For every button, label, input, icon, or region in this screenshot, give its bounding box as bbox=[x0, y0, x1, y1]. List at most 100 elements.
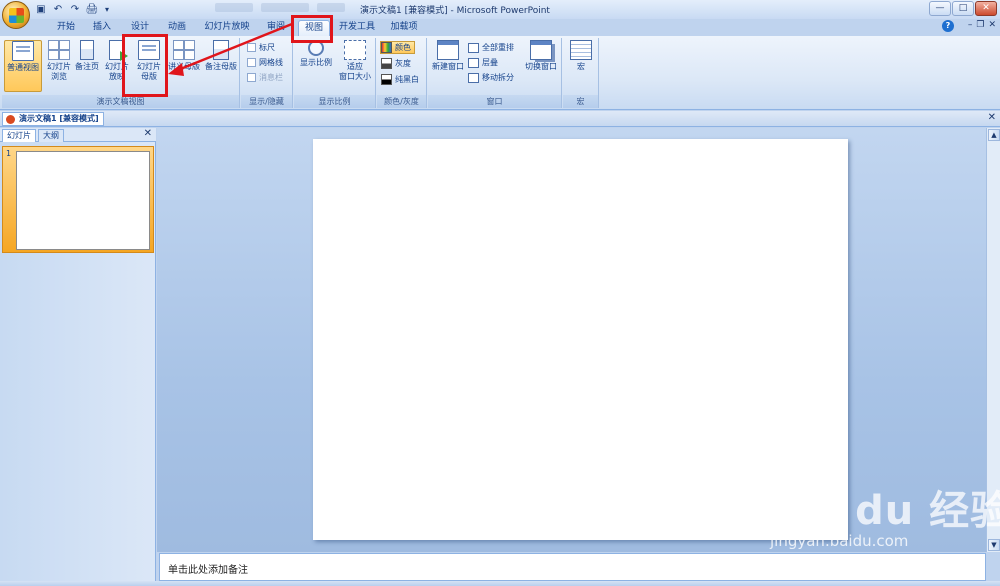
slides-pane: 幻灯片 大纲 ✕ 1 bbox=[0, 128, 156, 586]
gridlines-checkbox[interactable]: 网格线 bbox=[247, 56, 283, 69]
vertical-scrollbar[interactable]: ▲ ▼ bbox=[986, 128, 1000, 552]
tab-insert[interactable]: 插入 bbox=[88, 20, 116, 36]
group-color-grayscale: 颜色 灰度 纯黑白 颜色/灰度 bbox=[377, 38, 427, 108]
macros-icon bbox=[570, 40, 592, 60]
customize-icon[interactable]: ▾ bbox=[102, 3, 112, 17]
group-label-color-grayscale: 颜色/灰度 bbox=[377, 95, 426, 108]
slide-thumbnail-row[interactable]: 1 bbox=[2, 146, 154, 253]
pure-bw-label: 纯黑白 bbox=[395, 75, 419, 84]
fit-to-window-label: 适应 窗口大小 bbox=[339, 62, 371, 81]
group-presentation-views: 普通视图 幻灯片 浏览 备注页 幻灯片 放映 幻灯片 母版 讲义母版 备注母版 … bbox=[2, 38, 240, 108]
group-label-window: 窗口 bbox=[428, 95, 561, 108]
normal-view-button[interactable]: 普通视图 bbox=[4, 40, 42, 92]
doc-close-button[interactable]: ✕ bbox=[988, 20, 996, 30]
tab-outline[interactable]: 大纲 bbox=[38, 129, 64, 142]
minimize-button[interactable]: — bbox=[929, 1, 951, 16]
fit-to-window-button[interactable]: 适应 窗口大小 bbox=[336, 40, 374, 92]
zoom-label: 显示比例 bbox=[300, 58, 332, 67]
slide-canvas[interactable] bbox=[313, 139, 848, 540]
ruler-check-icon bbox=[247, 43, 256, 52]
handout-master-label: 讲义母版 bbox=[168, 62, 200, 71]
ruler-checkbox[interactable]: 标尺 bbox=[247, 41, 275, 54]
normal-view-label: 普通视图 bbox=[7, 63, 39, 72]
group-zoom: 显示比例 适应 窗口大小 显示比例 bbox=[294, 38, 376, 108]
notes-placeholder: 单击此处添加备注 bbox=[168, 565, 248, 576]
cascade-button[interactable]: 层叠 bbox=[468, 56, 498, 69]
color-button[interactable]: 颜色 bbox=[380, 41, 415, 54]
color-label: 颜色 bbox=[395, 43, 411, 52]
slide-number: 1 bbox=[6, 149, 12, 158]
arrange-all-button[interactable]: 全部重排 bbox=[468, 41, 514, 54]
close-icon[interactable]: ✕ bbox=[144, 128, 152, 139]
doc-minimize-button[interactable]: – bbox=[968, 20, 973, 30]
office-button[interactable] bbox=[2, 1, 30, 29]
new-window-icon bbox=[437, 40, 459, 60]
close-icon[interactable]: ✕ bbox=[988, 112, 996, 123]
tab-review[interactable]: 审阅 bbox=[262, 20, 290, 36]
handout-master-icon bbox=[173, 40, 195, 60]
document-tab-label: 演示文稿1 [兼容模式] bbox=[19, 114, 99, 123]
bw-swatch-icon bbox=[381, 74, 392, 85]
new-window-button[interactable]: 新建窗口 bbox=[430, 40, 466, 92]
group-macros: 宏 宏 bbox=[563, 38, 599, 108]
arrange-all-icon bbox=[468, 42, 479, 53]
annotation-box-slide-master bbox=[122, 34, 168, 97]
window-controls: — □ ✕ bbox=[929, 1, 997, 16]
tab-slides[interactable]: 幻灯片 bbox=[2, 129, 36, 142]
zoom-button[interactable]: 显示比例 bbox=[297, 40, 335, 92]
group-label-macros: 宏 bbox=[563, 95, 598, 108]
window-title: 演示文稿1 [兼容模式] - Microsoft PowerPoint bbox=[360, 6, 550, 16]
slide-sorter-label: 幻灯片 浏览 bbox=[47, 62, 71, 81]
grayscale-label: 灰度 bbox=[395, 59, 411, 68]
notes-pane[interactable]: 单击此处添加备注 bbox=[159, 553, 986, 581]
slide-editing-area: ▲ ▼ bbox=[157, 128, 1000, 552]
powerpoint-doc-icon bbox=[6, 115, 15, 124]
pane-tabs: 幻灯片 大纲 ✕ bbox=[0, 128, 156, 142]
slide-sorter-icon bbox=[48, 40, 70, 60]
switch-window-button[interactable]: 切换窗口 bbox=[522, 40, 560, 92]
macros-label: 宏 bbox=[577, 62, 585, 71]
notes-page-icon bbox=[80, 40, 94, 60]
pure-bw-button[interactable]: 纯黑白 bbox=[381, 73, 419, 86]
message-bar-check-icon bbox=[247, 73, 256, 82]
close-button[interactable]: ✕ bbox=[975, 1, 997, 16]
tab-home[interactable]: 开始 bbox=[52, 20, 80, 36]
slide-thumbnail[interactable] bbox=[16, 151, 150, 250]
normal-view-icon bbox=[12, 41, 34, 61]
redo-icon[interactable]: ↷ bbox=[68, 3, 82, 17]
group-label-zoom: 显示比例 bbox=[294, 95, 375, 108]
blurred-taskbar-tabs bbox=[215, 3, 345, 13]
tab-developer[interactable]: 开发工具 bbox=[336, 20, 378, 36]
help-icon[interactable]: ? bbox=[942, 20, 954, 32]
notes-page-label: 备注页 bbox=[75, 62, 99, 71]
tab-slideshow[interactable]: 幻灯片放映 bbox=[200, 20, 254, 36]
print-preview-icon[interactable]: 🖨 bbox=[85, 3, 99, 17]
group-label-presentation-views: 演示文稿视图 bbox=[2, 95, 239, 108]
save-icon[interactable]: ▣ bbox=[34, 3, 48, 17]
notes-master-button[interactable]: 备注母版 bbox=[202, 40, 240, 92]
ribbon-window-controls: – ❐ ✕ bbox=[968, 20, 996, 30]
maximize-button[interactable]: □ bbox=[952, 1, 974, 16]
cascade-icon bbox=[468, 57, 479, 68]
quick-access-toolbar: ▣ ↶ ↷ 🖨 ▾ bbox=[34, 2, 112, 17]
group-show-hide: 标尺 网格线 消息栏 显示/隐藏 bbox=[241, 38, 293, 108]
move-split-button[interactable]: 移动拆分 bbox=[468, 71, 514, 84]
notes-page-button[interactable]: 备注页 bbox=[70, 40, 104, 92]
fit-window-icon bbox=[344, 40, 366, 60]
document-tab[interactable]: 演示文稿1 [兼容模式] bbox=[2, 112, 104, 126]
doc-restore-button[interactable]: ❐ bbox=[976, 20, 984, 30]
move-split-label: 移动拆分 bbox=[482, 73, 514, 82]
move-split-icon bbox=[468, 72, 479, 83]
color-swatch-icon bbox=[381, 42, 392, 53]
grayscale-button[interactable]: 灰度 bbox=[381, 57, 411, 70]
annotation-box-view-tab bbox=[291, 15, 333, 43]
gridlines-label: 网格线 bbox=[259, 58, 283, 67]
tab-addins[interactable]: 加载项 bbox=[388, 20, 420, 36]
handout-master-button[interactable]: 讲义母版 bbox=[166, 40, 202, 92]
message-bar-checkbox: 消息栏 bbox=[247, 71, 283, 84]
status-bar bbox=[0, 581, 1000, 586]
scroll-up-icon[interactable]: ▲ bbox=[988, 129, 1000, 141]
macros-button[interactable]: 宏 bbox=[564, 40, 598, 92]
undo-icon[interactable]: ↶ bbox=[51, 3, 65, 17]
scroll-down-icon[interactable]: ▼ bbox=[988, 539, 1000, 551]
